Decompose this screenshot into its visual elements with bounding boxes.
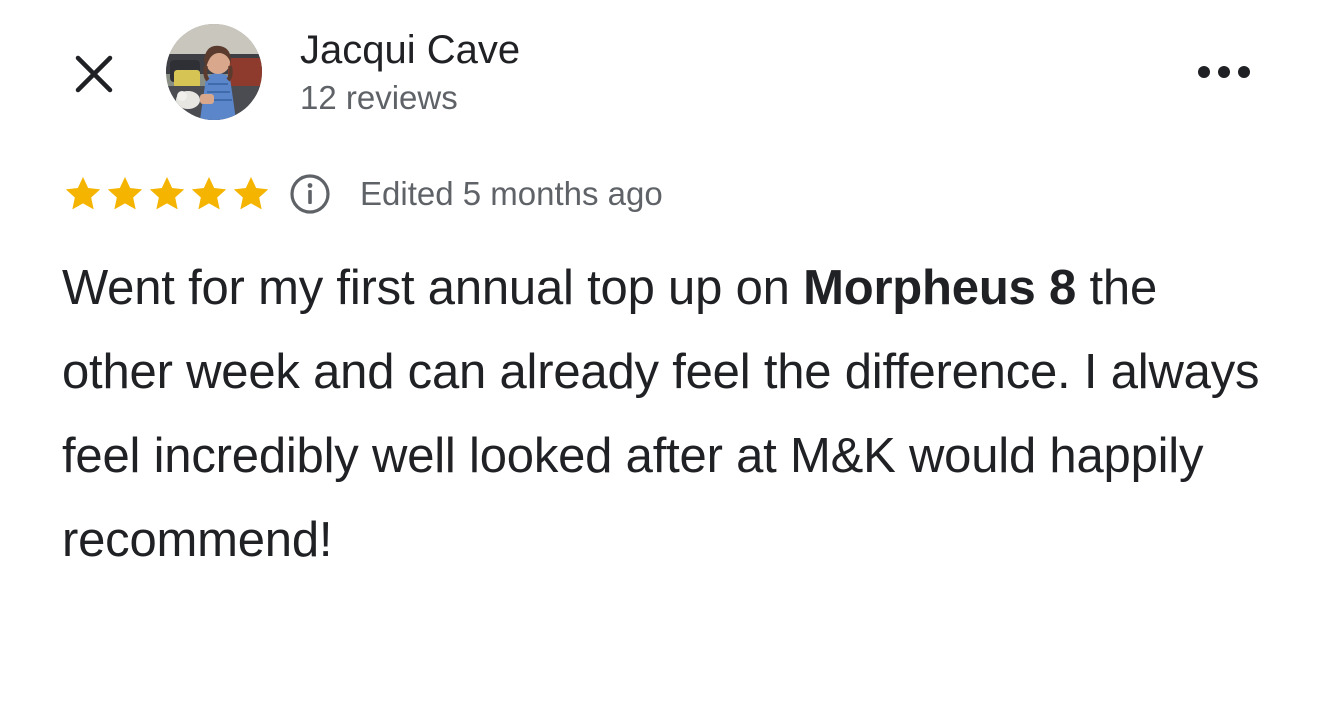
edited-timestamp: Edited 5 months ago [360,175,663,212]
info-button[interactable] [288,172,332,216]
more-horizontal-icon [1198,66,1250,78]
reviewer-name[interactable]: Jacqui Cave [300,28,520,72]
star-icon [65,177,101,210]
close-button[interactable] [68,48,120,100]
rating-row: Edited 5 months ago [62,172,663,216]
star-icon [233,177,269,210]
close-icon [75,55,113,93]
star-icon [149,177,185,210]
review-text-start: Went for my first annual top up on [62,261,804,315]
review-text: Went for my first annual top up on Morph… [62,246,1262,582]
star-rating [62,174,272,214]
info-icon [290,174,330,214]
reviewer-review-count: 12 reviews [300,79,458,116]
more-options-button[interactable] [1192,52,1256,92]
star-icon [107,177,143,210]
review-highlight: Morpheus 8 [803,261,1077,315]
avatar[interactable] [166,24,262,120]
avatar-photo [166,24,262,120]
star-icon [191,177,227,210]
